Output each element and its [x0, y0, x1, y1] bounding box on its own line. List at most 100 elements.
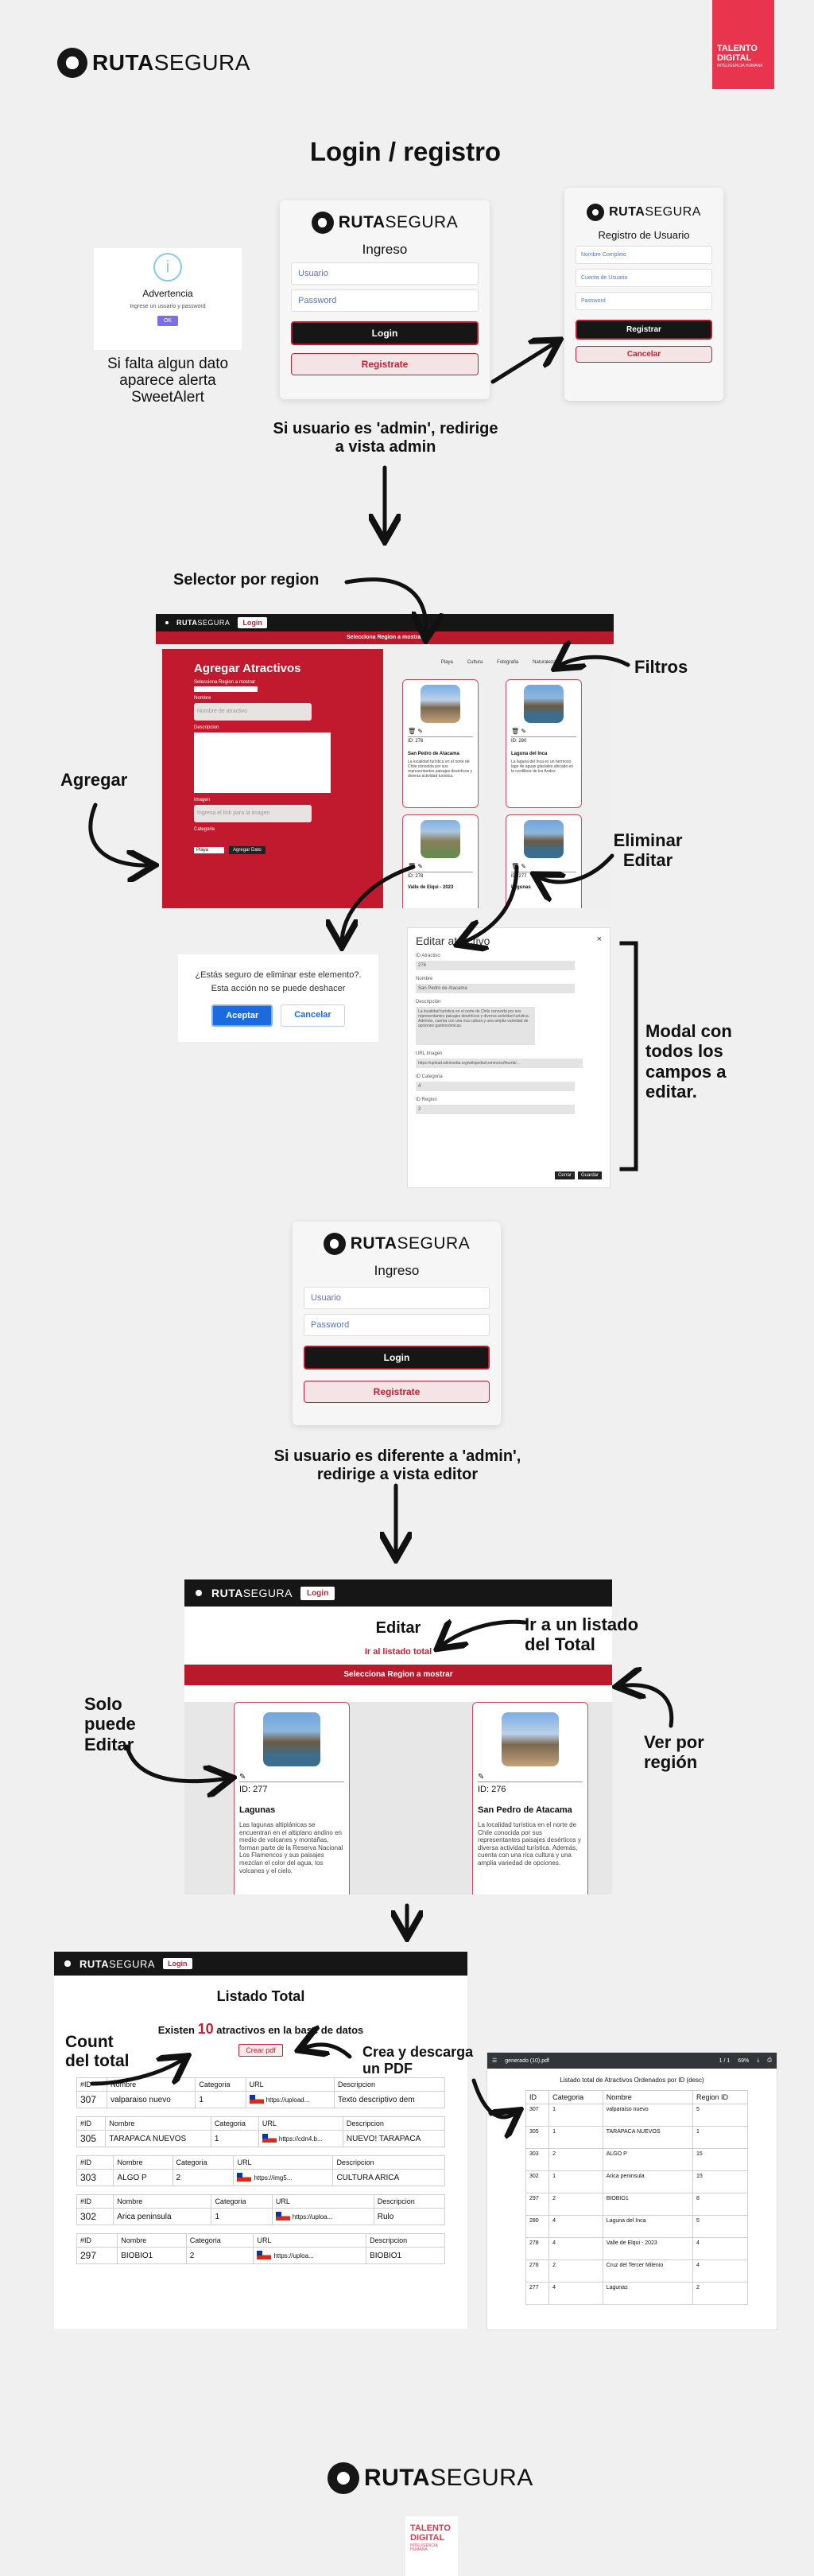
password-input[interactable]: Password: [576, 292, 712, 310]
wheel-icon: [311, 212, 334, 234]
name-field[interactable]: San Pedro de Atacama: [416, 984, 575, 993]
region-selector[interactable]: Selecciona Region a mostrar: [156, 631, 614, 644]
confirm-cancel-button[interactable]: Cancelar: [281, 1004, 345, 1027]
name-input[interactable]: Nombre de atractivo: [194, 703, 312, 721]
pdf-cell: 15: [692, 2148, 749, 2171]
edit-icon[interactable]: ✎: [478, 1773, 583, 1781]
place-image: [263, 1712, 320, 1766]
wheel-icon: [191, 1585, 207, 1601]
category-select[interactable]: Playa: [194, 847, 225, 853]
category-field[interactable]: 4: [416, 1082, 575, 1091]
pdf-cell: 1: [548, 2104, 603, 2127]
edit-icon[interactable]: ✎: [417, 728, 423, 735]
cell-name: Arica peninsula: [113, 2208, 212, 2225]
brand-light: SEGURA: [430, 2465, 533, 2491]
register-button[interactable]: Registrar: [576, 320, 712, 340]
register-card: RUTASEGURA Registro de Usuario Nombre Co…: [564, 188, 723, 401]
url-field[interactable]: https://upload.wikimedia.org/wikipedia/c…: [416, 1059, 583, 1068]
filter-cultura[interactable]: Cultura: [467, 660, 483, 665]
menu-icon[interactable]: ☰: [492, 2057, 497, 2064]
cell-url[interactable]: https://uploa...: [271, 2208, 374, 2225]
register-link-button[interactable]: Registrate: [304, 1381, 490, 1403]
login-button[interactable]: Login: [304, 1346, 490, 1370]
modal-bracket: [619, 941, 638, 1171]
trash-icon[interactable]: 🗑: [511, 728, 519, 735]
brand-bold: RUTA: [92, 50, 154, 75]
modal-save-button[interactable]: Guardar: [577, 1171, 602, 1179]
pdf-row: 278 4 Valle de Elqui - 2023 4: [525, 2237, 749, 2260]
filter-naturaleza[interactable]: Naturaleza: [533, 660, 556, 665]
arrow-agregar: [88, 802, 151, 865]
column-header: Descripcion: [373, 2194, 446, 2209]
desc-textarea[interactable]: [194, 732, 331, 793]
fullname-input[interactable]: Nombre Completo: [576, 246, 712, 264]
pdf-cell: 5: [692, 2215, 749, 2238]
region-select[interactable]: [194, 686, 258, 692]
cell-url[interactable]: https://upload...: [245, 2091, 335, 2108]
cancel-button[interactable]: Cancelar: [576, 346, 712, 363]
wheel-icon: [57, 48, 87, 78]
id-field[interactable]: 276: [416, 961, 575, 970]
download-icon[interactable]: ⤓: [757, 2057, 759, 2064]
trash-icon[interactable]: 🗑: [408, 863, 416, 870]
edit-icon[interactable]: ✎: [521, 728, 526, 735]
column-header: Nombre: [113, 2194, 212, 2209]
talento-l1: TALENTO: [717, 44, 758, 53]
cell-url[interactable]: https://cdn4.b...: [258, 2130, 343, 2147]
username-input[interactable]: Usuario: [291, 262, 479, 285]
footer-talento-logo: TALENTO DIGITAL INTELIGENCIA HUMANA: [405, 2516, 458, 2576]
edit-icon[interactable]: ✎: [521, 863, 526, 870]
register-link-button[interactable]: Registrate: [291, 353, 479, 375]
count-pre: Existen: [157, 2024, 195, 2036]
login-button[interactable]: Login: [291, 321, 479, 345]
username-input[interactable]: Usuario: [304, 1287, 490, 1309]
region-field[interactable]: 2: [416, 1105, 575, 1114]
filter-playa[interactable]: Playa: [441, 660, 453, 665]
nav-login-button[interactable]: Login: [163, 1958, 192, 1969]
cell-url[interactable]: https://img5...: [233, 2169, 334, 2186]
region-selector[interactable]: Selecciona Region a mostrar: [184, 1665, 612, 1685]
add-button[interactable]: Agregar Dato: [229, 846, 266, 854]
filter-fotografia[interactable]: Fotografia: [497, 660, 518, 665]
brand-bold: RUTA: [350, 1234, 397, 1253]
desc-field[interactable]: La localidad turística en el norte de Ch…: [416, 1007, 535, 1045]
edit-icon[interactable]: ✎: [417, 863, 423, 870]
cell-url[interactable]: https://uploa...: [253, 2247, 367, 2264]
brand-bold: RUTA: [364, 2465, 431, 2491]
print-icon[interactable]: ⎙: [767, 2057, 772, 2064]
trash-icon[interactable]: 🗑: [408, 728, 416, 735]
close-icon[interactable]: ×: [597, 934, 602, 947]
pdf-cell: 276: [525, 2259, 550, 2283]
register-title: Registro de Usuario: [598, 229, 690, 241]
thumbnail-image: [249, 2095, 264, 2104]
title-sep: /: [388, 137, 397, 166]
listado-record: #ID Nombre Categoria URL Descripcion 302 Arica…: [76, 2194, 446, 2225]
nav-login-button[interactable]: Login: [300, 1586, 335, 1600]
cell-cat: 1: [210, 2130, 259, 2147]
confirm-accept-button[interactable]: Aceptar: [211, 1004, 273, 1027]
listado-record: #ID Nombre Categoria URL Descripcion 305 TARAP…: [76, 2116, 446, 2147]
trash-icon[interactable]: 🗑: [511, 863, 519, 870]
pdf-cell: 2: [548, 2148, 603, 2171]
alert-ok-button[interactable]: OK: [157, 316, 179, 326]
pdf-cell: 2: [548, 2193, 603, 2216]
password-input[interactable]: Password: [291, 289, 479, 312]
account-input[interactable]: Cuenta de Usuario: [576, 269, 712, 287]
pdf-cell: 302: [525, 2170, 550, 2193]
listado-title: Listado Total: [216, 1988, 305, 2004]
pdf-column-header: Nombre: [602, 2090, 693, 2104]
pdf-column-header: Region ID: [692, 2090, 749, 2104]
nav-login-button[interactable]: Login: [238, 617, 267, 628]
password-input[interactable]: Password: [304, 1314, 490, 1336]
pdf-cell: 280: [525, 2215, 550, 2238]
column-header: #ID: [76, 2155, 114, 2170]
place-name: Lagunas: [511, 885, 531, 890]
create-pdf-button[interactable]: Crear pdf: [238, 2044, 283, 2057]
listado-record: #ID Nombre Categoria URL Descripcion 303 ALGO …: [76, 2155, 445, 2186]
thumbnail-image: [237, 2173, 252, 2182]
place-id: ID: 277: [511, 872, 576, 879]
url-input[interactable]: Ingresa el link para la imagen: [194, 805, 312, 822]
modal-close-button[interactable]: Cerrar: [554, 1171, 575, 1179]
thumbnail-image: [262, 2134, 277, 2143]
edit-icon[interactable]: ✎: [239, 1773, 344, 1781]
